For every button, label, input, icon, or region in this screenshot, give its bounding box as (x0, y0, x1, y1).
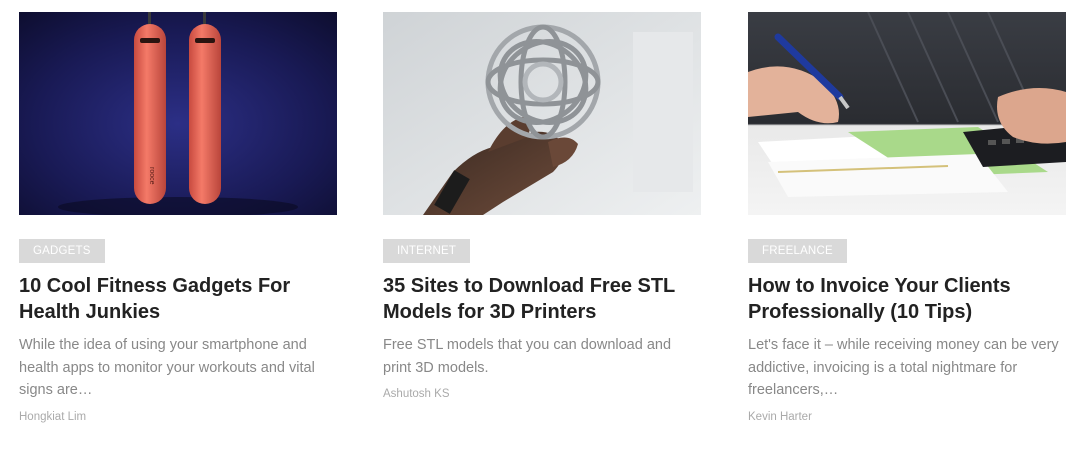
article-author[interactable]: Kevin Harter (748, 411, 1066, 423)
jump-rope-image: rooce (19, 12, 337, 215)
category-tag[interactable]: GADGETS (19, 239, 105, 263)
article-title[interactable]: How to Invoice Your Clients Professional… (748, 273, 1066, 325)
svg-text:rooce: rooce (148, 167, 155, 185)
article-card: rooce GADGETS 10 Cool Fitness Gadgets Fo… (19, 12, 337, 423)
3d-printed-sphere-image (383, 12, 701, 215)
article-excerpt: While the idea of using your smartphone … (19, 337, 315, 398)
article-thumbnail[interactable] (383, 12, 701, 215)
article-title[interactable]: 35 Sites to Download Free STL Models for… (383, 273, 701, 325)
article-author[interactable]: Ashutosh KS (383, 388, 701, 400)
article-title[interactable]: 10 Cool Fitness Gadgets For Health Junki… (19, 273, 337, 325)
article-card: FREELANCE How to Invoice Your Clients Pr… (748, 12, 1066, 423)
article-grid: rooce GADGETS 10 Cool Fitness Gadgets Fo… (0, 0, 1080, 456)
category-tag[interactable]: INTERNET (383, 239, 471, 263)
article-excerpt: Let's face it – while receiving money ca… (748, 337, 1059, 398)
article-excerpt: Free STL models that you can download an… (383, 337, 672, 376)
invoice-calculator-image (748, 12, 1066, 215)
article-card: INTERNET 35 Sites to Download Free STL M… (383, 12, 701, 400)
category-tag[interactable]: FREELANCE (748, 239, 847, 263)
article-thumbnail[interactable]: rooce (19, 12, 337, 215)
article-author[interactable]: Hongkiat Lim (19, 411, 337, 423)
article-thumbnail[interactable] (748, 12, 1066, 215)
